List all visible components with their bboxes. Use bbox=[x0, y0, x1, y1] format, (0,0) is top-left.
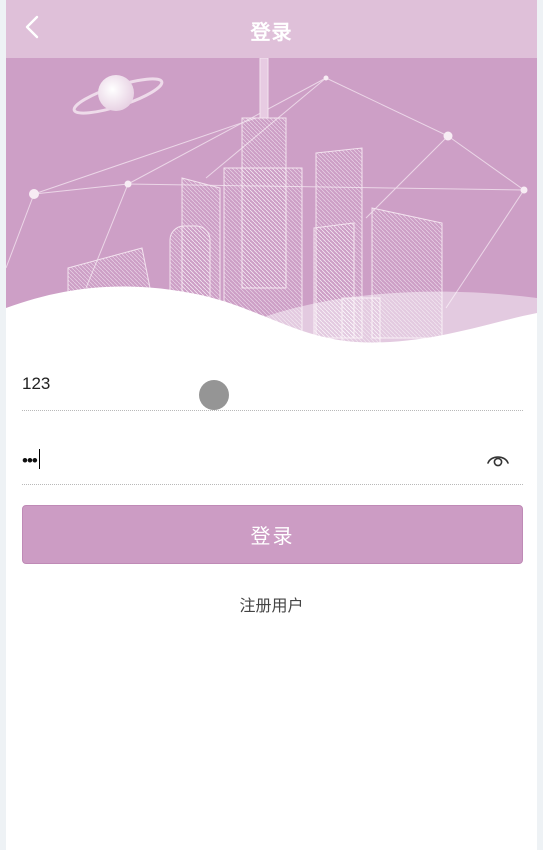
hero-illustration bbox=[6, 58, 537, 348]
password-mask-text: ••• bbox=[22, 451, 38, 470]
username-field bbox=[22, 358, 523, 411]
login-button[interactable]: 登录 bbox=[22, 505, 523, 564]
register-link[interactable]: 注册用户 bbox=[6, 592, 537, 616]
text-caret bbox=[38, 449, 40, 469]
page-title: 登录 bbox=[250, 20, 293, 44]
username-input[interactable] bbox=[22, 366, 462, 402]
touch-indicator bbox=[199, 380, 229, 410]
password-input[interactable]: ••• bbox=[22, 449, 40, 471]
login-screen: 登录 123 ••• 登录 注册用户 bbox=[6, 0, 537, 850]
password-field: ••• bbox=[22, 433, 523, 485]
eye-icon[interactable] bbox=[485, 446, 511, 472]
top-bar: 登录 bbox=[6, 0, 537, 58]
